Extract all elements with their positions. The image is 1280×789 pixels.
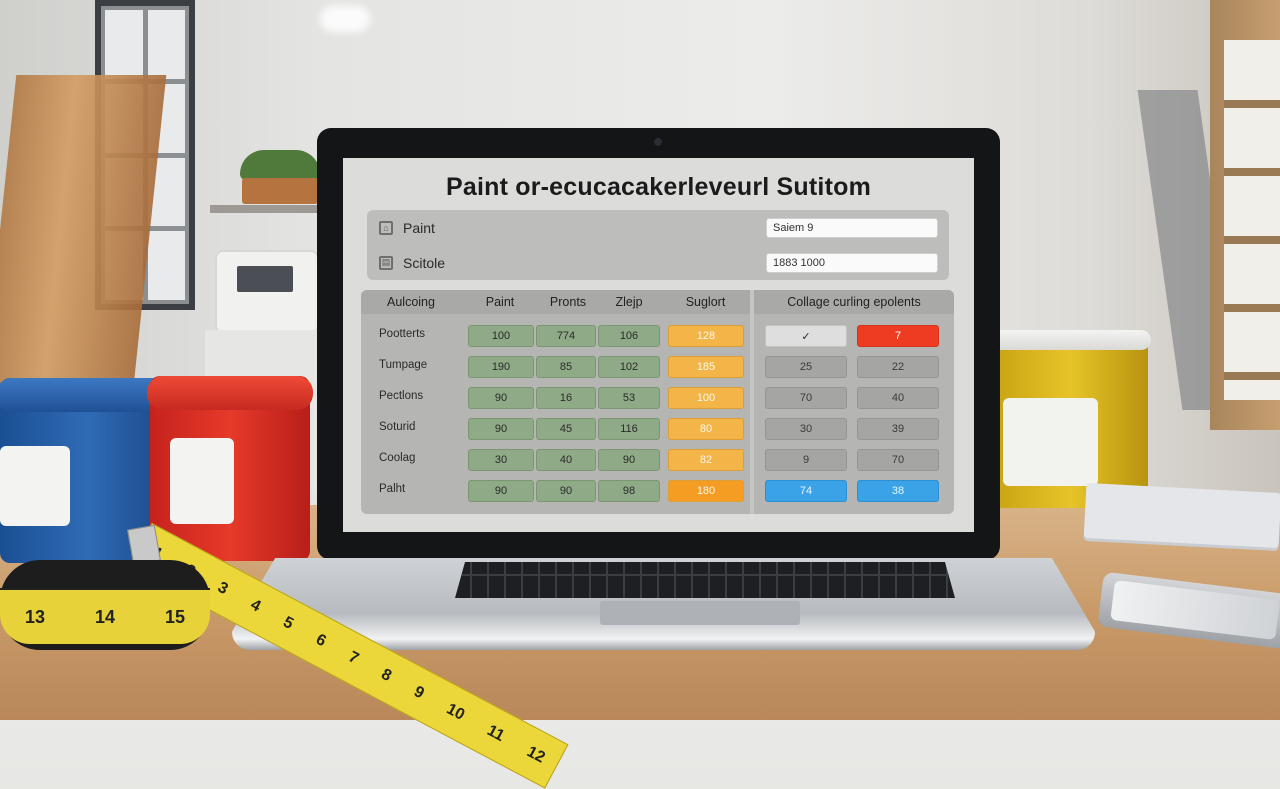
grid-cell[interactable]: 116 [598, 418, 660, 440]
tape-mark: 7 [345, 648, 362, 668]
row-label: Tumpage [379, 359, 428, 371]
grid-cell[interactable]: 45 [536, 418, 596, 440]
grid-cell[interactable]: 40 [857, 387, 939, 409]
grid-cell-highlight[interactable]: 100 [668, 387, 744, 409]
panel-divider [750, 290, 754, 514]
header-paint[interactable]: Paint [461, 290, 540, 314]
app-title: Paint or-ecucacakerleveurl Sutitom [445, 173, 871, 201]
paint-field-row: ⌂ Paint [367, 210, 949, 245]
potted-plant [236, 150, 324, 205]
grid-cell-alert[interactable]: 7 [857, 325, 939, 347]
background-machine [215, 250, 319, 334]
webcam-icon [654, 138, 662, 146]
tape-mark: 14 [94, 606, 116, 627]
tape-mark: 15 [164, 606, 186, 627]
tape-mark: 10 [443, 700, 468, 724]
row-label: Pectlons [379, 390, 424, 402]
chart-icon: ▤ [379, 255, 393, 270]
tape-measure-reel: 13 14 15 [0, 560, 210, 650]
grid-cell[interactable]: 774 [536, 325, 596, 347]
grid-cell[interactable]: 22 [857, 356, 939, 378]
bookshelf [1210, 0, 1280, 430]
red-paint-can [147, 376, 313, 561]
grid-cell[interactable]: 25 [765, 356, 847, 378]
tape-reel-band: 13 14 15 [0, 588, 210, 644]
tape-mark: 4 [247, 596, 264, 616]
tape-mark: 3 [214, 578, 231, 599]
checkmark-icon[interactable]: ✓ [765, 325, 847, 347]
row-label: Coolag [379, 452, 416, 464]
grid-cell[interactable]: 98 [598, 480, 660, 502]
input-panel: ⌂ Paint ▤ Scitole [367, 210, 949, 280]
header-collage[interactable]: Collage curling epolents [754, 290, 954, 314]
scitole-input[interactable] [766, 252, 938, 273]
grid-cell-highlight[interactable]: 180 [668, 480, 744, 502]
tape-mark: 8 [378, 665, 395, 685]
grid-cell[interactable]: 30 [765, 418, 847, 440]
paper-stack [1083, 482, 1280, 549]
scitole-field-row: ▤ Scitole [367, 245, 949, 280]
shelf [210, 205, 330, 213]
grid-cell[interactable]: 90 [536, 480, 596, 502]
grid-cell[interactable]: 102 [598, 356, 660, 378]
home-icon: ⌂ [379, 220, 393, 235]
laptop-screen: Paint or-ecucacakerleveurl Sutitom ⌂ Pai… [343, 158, 974, 532]
grid-cell[interactable]: 100 [468, 325, 534, 347]
tape-mark: 12 [523, 743, 548, 767]
header-aulcoing[interactable]: Aulcoing [361, 290, 462, 314]
grid-cell-highlight[interactable]: 80 [668, 418, 744, 440]
scitole-field-label: Scitole [403, 254, 446, 271]
row-label: Soturid [379, 421, 416, 433]
grid-cell[interactable]: 53 [598, 387, 660, 409]
tape-mark: 5 [280, 613, 297, 633]
row-label: Pootterts [379, 328, 426, 340]
grid-cell[interactable]: 39 [857, 418, 939, 440]
paint-field-label: Paint [403, 219, 435, 236]
paint-input[interactable] [766, 217, 938, 238]
header-suglort[interactable]: Suglort [661, 290, 750, 314]
ceiling-lamp [320, 6, 370, 32]
grid-cell-highlight[interactable]: 185 [668, 356, 744, 378]
grid-cell-selected[interactable]: 74 [765, 480, 847, 502]
data-grid: Aulcoing Paint Pronts Zlejp Suglort Coll… [361, 290, 954, 514]
grid-cell[interactable]: 30 [468, 449, 534, 471]
grid-cell[interactable]: 106 [598, 325, 660, 347]
grid-cell[interactable]: 16 [536, 387, 596, 409]
grid-cell[interactable]: 70 [765, 387, 847, 409]
grid-cell[interactable]: 90 [598, 449, 660, 471]
grid-cell[interactable]: 190 [468, 356, 534, 378]
grid-cell[interactable]: 85 [536, 356, 596, 378]
grid-cell[interactable]: 90 [468, 387, 534, 409]
grid-cell[interactable]: 70 [857, 449, 939, 471]
tape-mark: 6 [312, 631, 329, 651]
tape-mark: 9 [410, 683, 427, 703]
tape-mark: 13 [24, 606, 46, 627]
trackpad[interactable] [600, 601, 800, 625]
yellow-paint-can [990, 330, 1151, 508]
grid-cell[interactable]: 90 [468, 418, 534, 440]
grid-cell-highlight[interactable]: 82 [668, 449, 744, 471]
grid-cell-selected[interactable]: 38 [857, 480, 939, 502]
header-pronts[interactable]: Pronts [539, 290, 598, 314]
grid-cell[interactable]: 9 [765, 449, 847, 471]
grid-cell-highlight[interactable]: 128 [668, 325, 744, 347]
row-label: Palht [379, 483, 406, 495]
header-zlejp[interactable]: Zlejp [597, 290, 662, 314]
keyboard[interactable] [455, 562, 955, 598]
grid-cell[interactable]: 90 [468, 480, 534, 502]
grid-cell[interactable]: 40 [536, 449, 596, 471]
tape-mark: 11 [484, 722, 508, 746]
